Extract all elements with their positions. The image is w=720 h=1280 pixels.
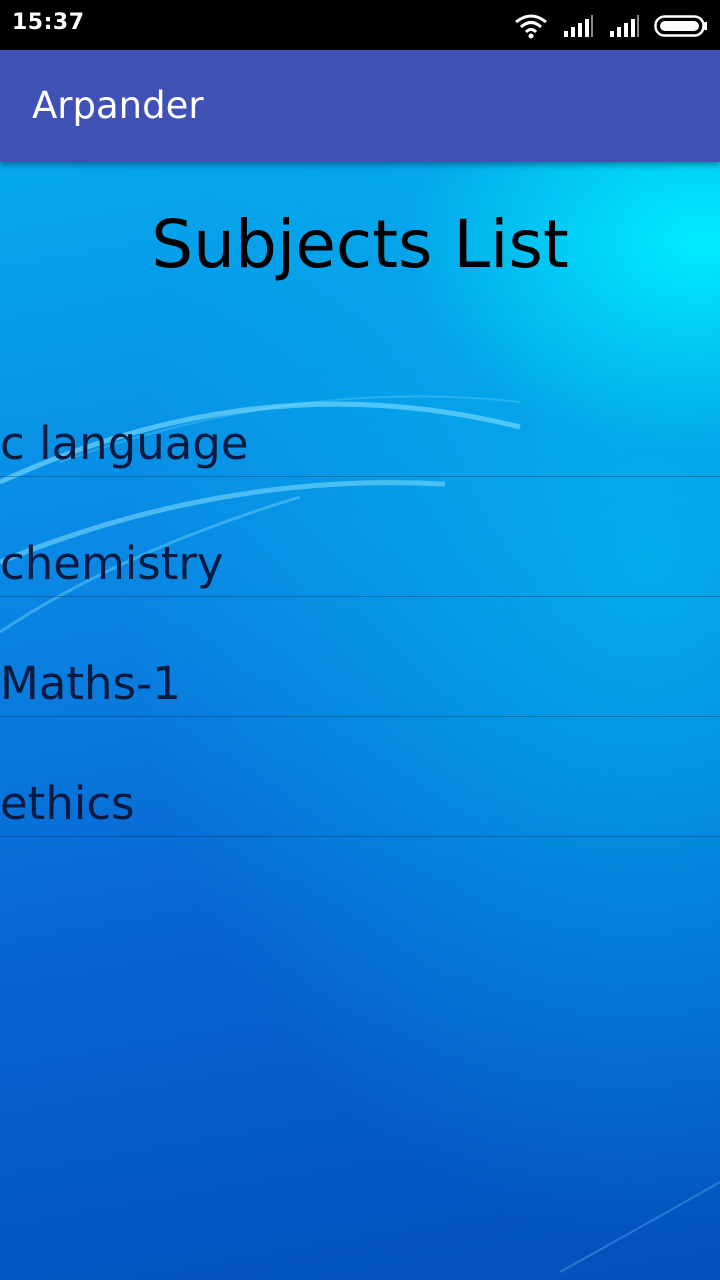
list-item[interactable]: Maths-1	[0, 597, 720, 717]
list-item[interactable]: ethics	[0, 717, 720, 837]
subject-list: c language chemistry Maths-1 ethics	[0, 357, 720, 837]
status-time: 15:37	[12, 10, 85, 35]
signal-icon	[562, 14, 594, 38]
status-bar: 15:37	[0, 0, 720, 50]
battery-icon	[654, 14, 708, 38]
page-title: Subjects List	[151, 206, 569, 283]
status-icons	[514, 12, 708, 40]
subject-label: Maths-1	[0, 657, 181, 710]
signal-icon	[608, 14, 640, 38]
subject-label: ethics	[0, 777, 135, 830]
list-item[interactable]: c language	[0, 357, 720, 477]
subjects-screen: Subjects List c language chemistry Maths…	[0, 162, 720, 1280]
list-item[interactable]: chemistry	[0, 477, 720, 597]
wifi-icon	[514, 13, 548, 39]
subject-label: c language	[0, 417, 249, 470]
app-bar: Arpander	[0, 50, 720, 162]
app-title: Arpander	[32, 84, 204, 127]
subject-label: chemistry	[0, 537, 224, 590]
